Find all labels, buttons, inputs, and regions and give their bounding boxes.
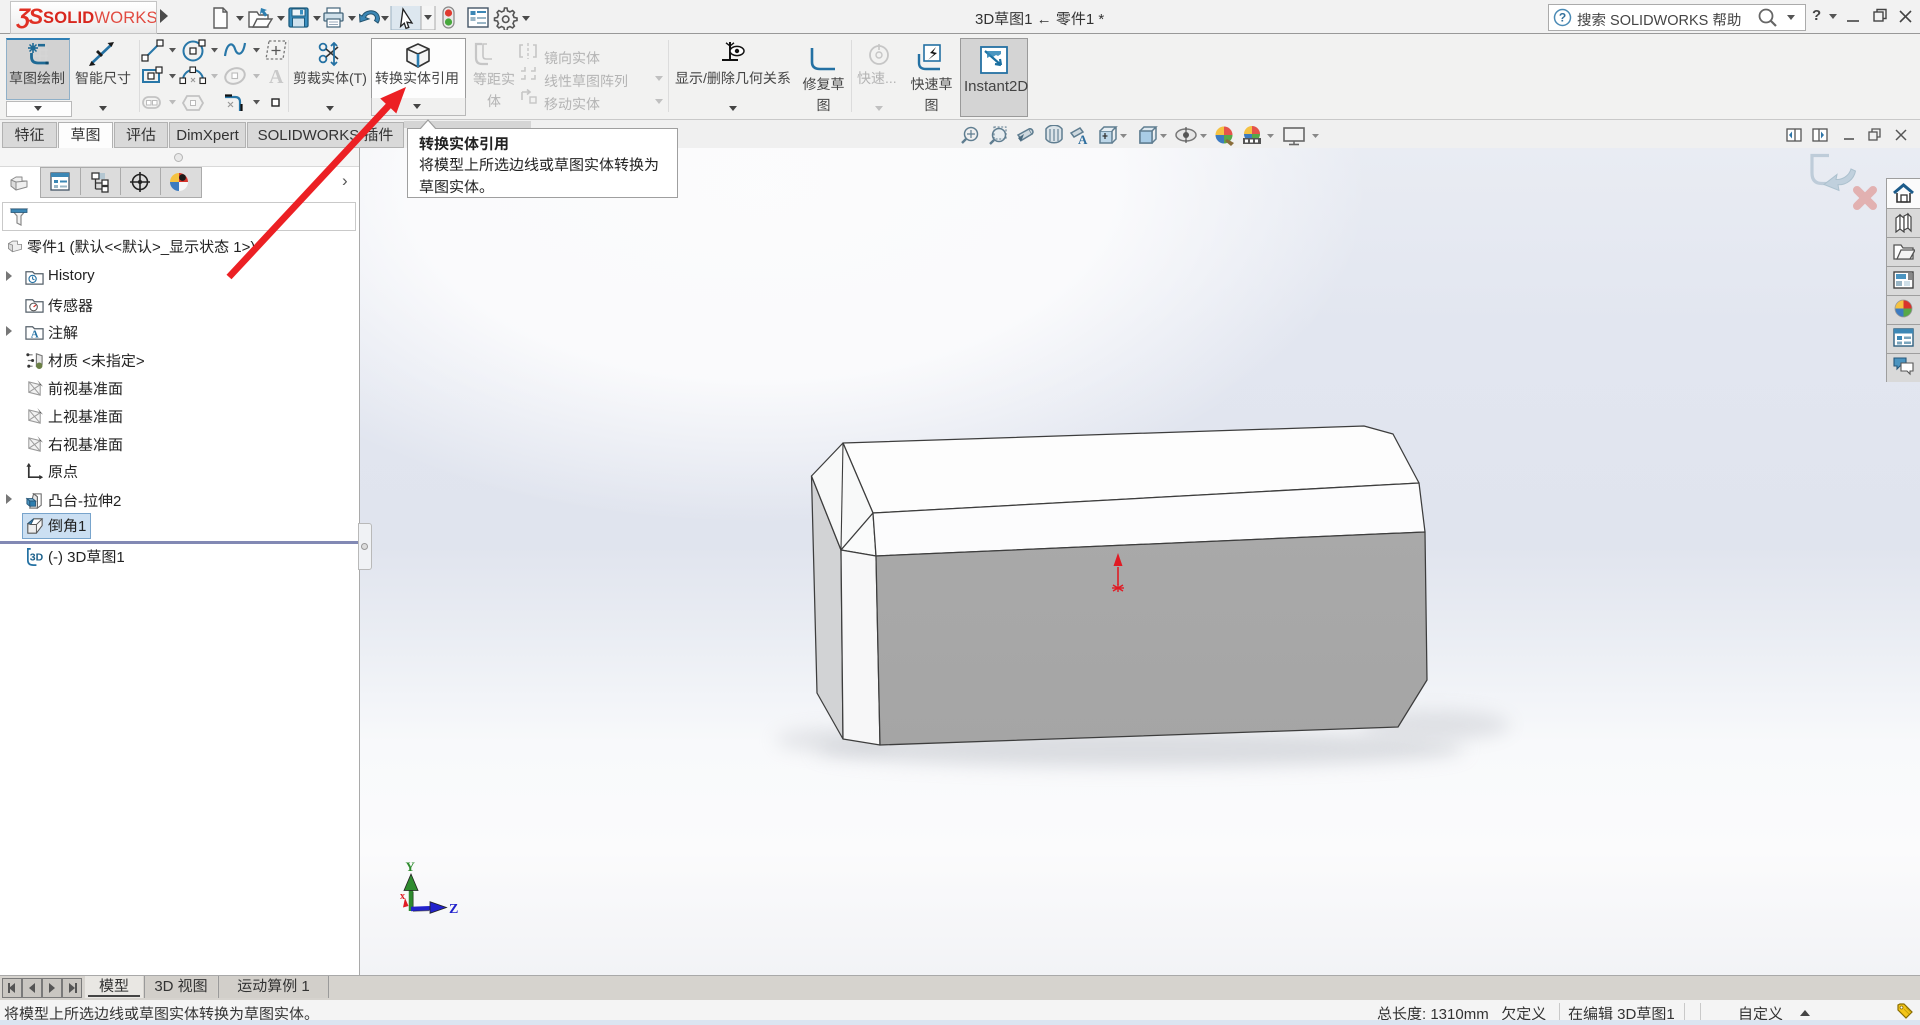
svg-text:SOLIDWORKS: SOLIDWORKS <box>43 9 156 27</box>
svg-text:A: A <box>31 329 39 341</box>
svg-text:A: A <box>1078 132 1088 147</box>
svg-text:A: A <box>269 66 284 88</box>
svg-text:ƷS: ƷS <box>16 5 43 29</box>
svg-text:Z: Z <box>449 902 458 917</box>
svg-text:3D: 3D <box>30 552 44 563</box>
svg-text:x: x <box>400 891 405 902</box>
svg-text:Y: Y <box>406 859 416 874</box>
svg-text:?: ? <box>1559 11 1566 25</box>
